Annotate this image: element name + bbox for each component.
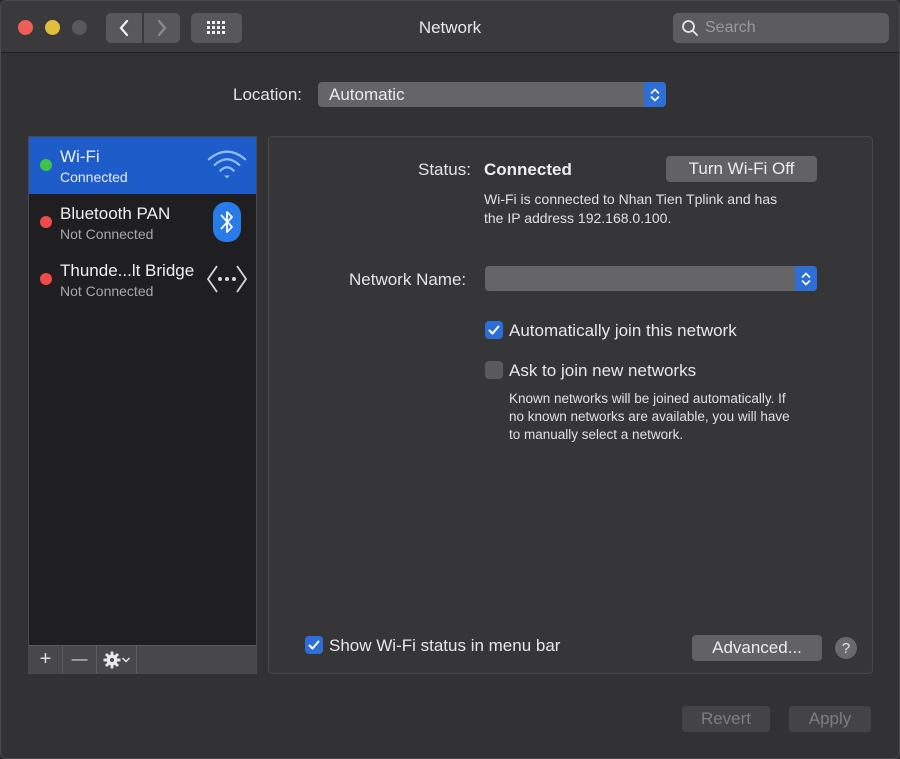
revert-button[interactable]: Revert (682, 706, 770, 732)
show-status-label[interactable]: Show Wi-Fi status in menu bar (329, 636, 560, 656)
popup-arrows-icon (644, 82, 666, 107)
remove-service-button[interactable]: — (63, 646, 97, 673)
status-value: Connected (484, 160, 572, 179)
advanced-button[interactable]: Advanced... (692, 635, 822, 661)
wifi-detail-panel: Status: Connected Turn Wi-Fi Off Wi-Fi i… (268, 136, 873, 674)
location-value: Automatic (329, 84, 405, 104)
ask-join-label[interactable]: Ask to join new networks (509, 361, 696, 381)
service-list: Wi-Fi Connected Bluetooth PAN Not Connec… (28, 136, 257, 674)
network-name-popup[interactable] (485, 266, 817, 291)
network-preferences-window: Network Location: Automatic Wi-Fi Connec… (0, 0, 900, 759)
help-text-line: no known networks are available, you wil… (509, 409, 790, 424)
auto-join-label[interactable]: Automatically join this network (509, 321, 737, 341)
turn-wifi-off-button[interactable]: Turn Wi-Fi Off (666, 156, 817, 182)
show-status-checkbox[interactable] (305, 636, 323, 654)
status-description-line: the IP address 192.168.0.100. (484, 210, 672, 226)
chevron-down-icon (121, 656, 130, 663)
gear-icon (103, 651, 120, 668)
ask-join-help-text: Known networks will be joined automatica… (509, 390, 790, 444)
service-name: Wi-Fi (60, 147, 100, 166)
status-label: Status: (418, 160, 471, 179)
checkmark-icon (488, 325, 500, 335)
service-item-wifi[interactable]: Wi-Fi Connected (29, 137, 256, 194)
wifi-icon (206, 145, 248, 185)
help-text-line: Known networks will be joined automatica… (509, 391, 786, 406)
status-dot (40, 216, 52, 228)
checkmark-icon (308, 640, 320, 650)
status-dot (40, 159, 52, 171)
location-label: Location: (233, 85, 302, 104)
network-name-label: Network Name: (349, 270, 467, 289)
help-button[interactable]: ? (835, 637, 857, 659)
service-name: Thunde...lt Bridge (60, 261, 195, 280)
apply-button[interactable]: Apply (789, 706, 871, 732)
status-dot (40, 273, 52, 285)
popup-arrows-icon (795, 266, 817, 291)
auto-join-checkbox[interactable] (485, 321, 503, 339)
service-item-bluetooth-pan[interactable]: Bluetooth PAN Not Connected (29, 194, 256, 251)
ask-join-checkbox[interactable] (485, 361, 503, 379)
service-status: Connected (60, 169, 128, 185)
search-icon (682, 20, 698, 36)
action-menu-button[interactable] (97, 646, 137, 673)
location-popup[interactable]: Automatic (318, 82, 666, 107)
search-field[interactable] (673, 13, 889, 43)
bluetooth-icon (206, 202, 248, 242)
service-item-thunderbolt-bridge[interactable]: Thunde...lt Bridge Not Connected (29, 251, 256, 308)
service-status: Not Connected (60, 283, 154, 299)
thunderbolt-bridge-icon (206, 259, 248, 299)
status-description: Wi-Fi is connected to Nhan Tien Tplink a… (484, 190, 777, 228)
status-description-line: Wi-Fi is connected to Nhan Tien Tplink a… (484, 191, 778, 207)
service-name: Bluetooth PAN (60, 204, 171, 223)
add-service-button[interactable]: + (29, 646, 63, 673)
search-input[interactable] (705, 19, 885, 37)
title-bar: Network (1, 1, 899, 53)
service-status: Not Connected (60, 226, 154, 242)
service-list-toolbar: + — (29, 645, 256, 673)
help-text-line: to manually select a network. (509, 427, 684, 442)
